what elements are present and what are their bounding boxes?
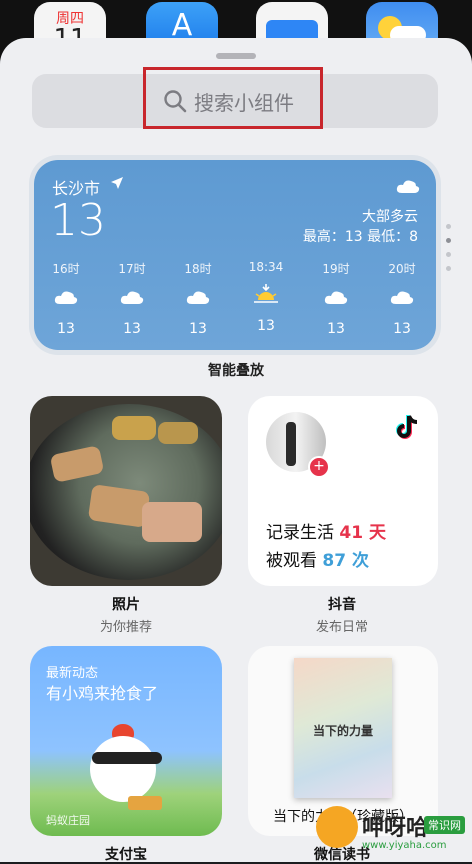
widget-subtitle: 发布日常 [315, 620, 368, 635]
hourly-forecast: 18:34 13 [236, 260, 296, 334]
cloud-icon [396, 180, 420, 193]
douyin-caption: 抖音 发布日常 [246, 594, 438, 635]
watermark-url: www.yiyaha.com [362, 840, 447, 851]
weather-current-temp: 13 [50, 195, 106, 246]
watermark-logo-icon [316, 806, 358, 848]
book-cover: 当下的力量 [294, 658, 392, 798]
stack-page-dot [446, 266, 451, 271]
cloud-icon [54, 291, 78, 304]
tiktok-icon [396, 415, 418, 439]
cloud-icon [324, 291, 348, 304]
hour-time: 17时 [118, 262, 146, 276]
alipay-brand: 蚂蚁庄园 [46, 814, 90, 827]
views-number: 87 次 [322, 551, 369, 571]
hourly-forecast: 16时 13 [36, 260, 96, 337]
alipay-caption: 支付宝 [30, 844, 222, 864]
sunset-icon [254, 284, 278, 303]
location-arrow-icon [111, 177, 123, 189]
hourly-forecast: 17时 13 [102, 260, 162, 337]
chicken-image [90, 736, 156, 802]
hour-time: 18时 [184, 262, 212, 276]
stack-page-dot-active [446, 238, 451, 243]
hour-time: 18:34 [248, 260, 284, 274]
widget-name: 照片 [112, 597, 140, 613]
view-count: 被观看 87 次 [266, 551, 369, 571]
hour-temp: 13 [123, 321, 141, 337]
cover-title: 当下的力量 [312, 724, 373, 738]
hour-time: 20时 [388, 262, 416, 276]
hour-temp: 13 [327, 321, 345, 337]
days-recorded: 记录生活 41 天 [266, 523, 386, 543]
hourly-forecast: 18时 13 [168, 260, 228, 337]
alipay-label: 最新动态 [46, 666, 99, 681]
hourly-forecast: 19时 13 [306, 260, 366, 337]
alipay-message: 有小鸡来抢食了 [46, 684, 159, 703]
stack-page-dot [446, 252, 451, 257]
weather-high-low: 最高：13 最低：8 [302, 229, 418, 245]
days-count: 41 天 [339, 523, 386, 543]
hour-time: 19时 [322, 262, 350, 276]
photos-caption: 照片 为你推荐 [30, 594, 222, 635]
cloud-icon [390, 291, 414, 304]
widget-name: 支付宝 [105, 847, 147, 863]
hour-temp: 13 [189, 321, 207, 337]
alipay-widget[interactable]: 最新动态 有小鸡来抢食了 蚂蚁庄园 [30, 646, 222, 836]
douyin-widget[interactable]: + 记录生活 41 天 被观看 87 次 [248, 396, 438, 586]
hourly-forecast: 20时 13 [372, 260, 432, 337]
photos-widget[interactable] [30, 396, 222, 586]
smart-stack-label: 智能叠放 [208, 363, 264, 379]
hour-temp: 13 [393, 321, 411, 337]
cloud-icon [186, 291, 210, 304]
watermark: 呷呀哈 常识网 www.yiyaha.com [316, 800, 472, 862]
widget-name: 抖音 [328, 597, 356, 613]
sheet-grabber[interactable] [216, 53, 256, 59]
hour-time: 16时 [52, 262, 80, 276]
search-highlight-box [143, 67, 323, 129]
widget-gallery-sheet: 搜索小组件 长沙市 13 大部多云 最高：13 最低：8 16时 13 17时 … [0, 38, 472, 864]
watermark-text: 呷呀哈 [362, 816, 429, 841]
hour-temp: 13 [57, 321, 75, 337]
weather-widget[interactable]: 长沙市 13 大部多云 最高：13 最低：8 16时 13 17时 13 18时… [34, 160, 436, 350]
widget-subtitle: 为你推荐 [99, 620, 152, 635]
weather-condition: 大部多云 [362, 209, 418, 225]
stack-page-dot [446, 224, 451, 229]
cloud-icon [120, 291, 144, 304]
add-icon: + [308, 456, 330, 478]
hour-temp: 13 [257, 318, 275, 334]
watermark-badge: 常识网 [424, 816, 465, 834]
